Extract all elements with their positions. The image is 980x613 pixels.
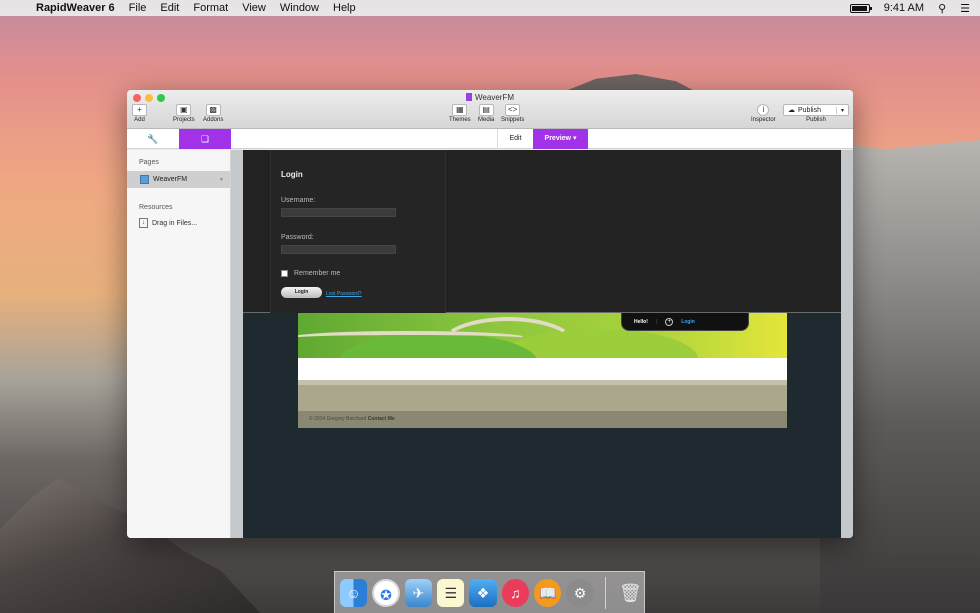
sidebar-item-weaverfm[interactable]: WeaverFM ▼ — [127, 171, 230, 188]
pages-icon: ❏ — [200, 134, 210, 144]
username-label: Username: — [281, 197, 316, 204]
password-field[interactable] — [281, 245, 396, 254]
menu-file[interactable]: File — [129, 2, 147, 14]
hello-text: Hello! — [634, 318, 648, 325]
ibooks-icon[interactable]: 📖 — [534, 578, 562, 607]
content-band — [298, 358, 787, 380]
login-heading: Login — [281, 170, 303, 179]
media-button[interactable]: ▤ Media — [478, 104, 494, 123]
resources-header: Resources — [139, 204, 173, 211]
disclosure-icon[interactable]: ▼ — [219, 177, 224, 183]
username-field[interactable] — [281, 208, 396, 217]
themes-icon: ▦ — [452, 104, 468, 116]
lost-password-link[interactable]: Lost Password? — [326, 291, 362, 297]
plus-icon[interactable]: + — [665, 317, 674, 326]
safari-icon[interactable]: ✪ — [372, 578, 400, 607]
drag-in-files[interactable]: ↓ Drag in Files... — [139, 218, 230, 228]
itunes-icon[interactable]: ♫ — [501, 578, 530, 607]
add-button[interactable]: + Add — [132, 104, 147, 123]
menu-format[interactable]: Format — [193, 2, 228, 14]
login-form: Login Username: Password: Remember me Lo… — [270, 150, 446, 313]
inspector-button[interactable]: i Inspector — [751, 104, 776, 123]
dock: ☺ ✪ ✈ ☰ ❖ ♫ 📖 ⚙ 🗑 — [334, 571, 645, 613]
site-footer: © 2014 Gregory Barchard Contact Me — [298, 411, 787, 428]
media-icon: ▤ — [478, 104, 494, 116]
rapidweaver-icon[interactable]: ❖ — [469, 578, 497, 607]
menu-help[interactable]: Help — [333, 2, 356, 14]
tab-edit[interactable]: Edit — [497, 129, 533, 149]
remember-row: Remember me — [281, 270, 340, 277]
menu-view[interactable]: View — [242, 2, 266, 14]
battery-icon[interactable] — [849, 3, 872, 13]
finder-icon[interactable]: ☺ — [340, 578, 368, 607]
document-icon — [466, 93, 473, 101]
chevron-down-icon[interactable]: ▾ — [836, 106, 848, 114]
left-scroll-gutter — [231, 150, 243, 538]
plus-icon: + — [132, 104, 147, 116]
window-title: WeaverFM — [127, 93, 853, 102]
app-window: WeaverFM + Add ▣ Projects ▩ Addons ▦ The… — [127, 90, 853, 538]
code-icon: <> — [505, 104, 521, 116]
themes-button[interactable]: ▦ Themes — [449, 104, 471, 123]
puzzle-icon: ▩ — [205, 104, 221, 116]
footer-upper — [298, 385, 787, 411]
tab-bar: 🔧 ❏ Edit Preview ▾ — [127, 129, 853, 149]
notes-icon[interactable]: ☰ — [437, 578, 465, 607]
tab-preview[interactable]: Preview ▾ — [533, 129, 588, 149]
password-label: Password: — [281, 234, 314, 241]
addons-button[interactable]: ▩ Addons — [203, 104, 223, 123]
projects-icon: ▣ — [176, 104, 192, 116]
sidebar: Pages WeaverFM ▼ Resources ↓ Drag in Fil… — [127, 150, 231, 538]
page-icon — [140, 175, 149, 184]
menu-bar: RapidWeaver 6 File Edit Format View Wind… — [0, 0, 980, 16]
hello-bar: Hello! | + Login — [621, 313, 749, 331]
contact-link[interactable]: Contact Me — [368, 416, 395, 422]
snippets-button[interactable]: <> Snippets — [501, 104, 524, 123]
login-panel: Login Username: Password: Remember me Lo… — [243, 150, 841, 313]
settings-tab[interactable]: 🔧 — [127, 129, 179, 149]
info-icon: i — [757, 104, 770, 116]
title-bar: WeaverFM + Add ▣ Projects ▩ Addons ▦ The… — [127, 90, 853, 129]
preview-area: Login Username: Password: Remember me Lo… — [243, 150, 841, 538]
right-scroll-gutter — [841, 150, 853, 538]
notification-center-icon[interactable]: ☰ — [960, 2, 970, 15]
cloud-icon: ☁ — [788, 107, 795, 114]
trash-icon[interactable]: 🗑 — [617, 579, 644, 607]
mail-icon[interactable]: ✈ — [404, 578, 433, 607]
wrench-icon: 🔧 — [147, 134, 159, 144]
login-button[interactable]: Login — [281, 287, 322, 298]
download-icon: ↓ — [139, 218, 148, 228]
remember-checkbox[interactable] — [281, 270, 288, 277]
projects-button[interactable]: ▣ Projects — [173, 104, 195, 123]
pages-header: Pages — [139, 159, 159, 166]
hello-login-link[interactable]: Login — [681, 319, 695, 325]
menu-window[interactable]: Window — [280, 2, 319, 14]
spotlight-icon[interactable]: ⚲ — [938, 2, 946, 15]
system-preferences-icon[interactable]: ⚙ — [566, 578, 594, 607]
remember-label: Remember me — [294, 270, 341, 277]
clock[interactable]: 9:41 AM — [884, 2, 924, 14]
menu-edit[interactable]: Edit — [160, 2, 179, 14]
publish-button[interactable]: ☁ Publish ▾ — [783, 104, 849, 116]
menu-app-name[interactable]: RapidWeaver 6 — [36, 2, 115, 14]
pages-tab[interactable]: ❏ — [179, 129, 231, 149]
publish-group: ☁ Publish ▾ Publish — [783, 104, 849, 123]
